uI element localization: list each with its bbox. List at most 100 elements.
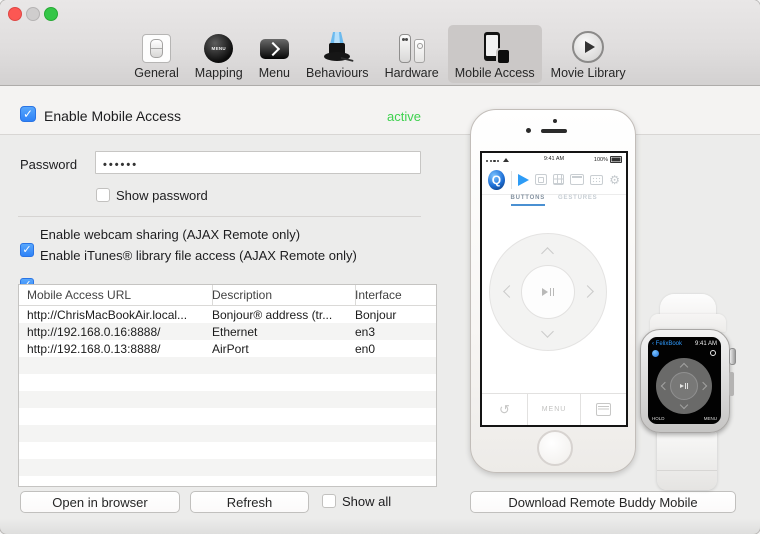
watch-play-pause-button[interactable] [670,372,698,400]
battery-icon [610,156,622,163]
cell-url: http://192.168.0.16:8888/ [27,324,161,339]
table-row[interactable]: http://192.168.0.13:8888/ AirPort en0 [19,340,436,357]
mobile-access-url-table[interactable]: Mobile Access URL Description Interface … [18,284,437,487]
watch-gear-icon[interactable] [710,350,716,356]
chevron-left-icon[interactable] [503,285,516,298]
toolbar-divider [510,170,512,189]
app-logo-icon[interactable]: Q [488,169,505,190]
itunes-library-label: Enable iTunes® library file access (AJAX… [40,248,357,263]
table-row[interactable]: http://ChrisMacBookAir.local... Bonjour®… [19,306,436,323]
download-remote-buddy-mobile-button[interactable]: Download Remote Buddy Mobile [470,491,736,513]
chevron-right-icon[interactable] [698,381,708,391]
minimize-button[interactable] [26,7,40,21]
chevron-up-icon[interactable] [679,362,689,372]
mobile-devices-icon [480,30,510,63]
chevron-left-icon[interactable] [660,381,670,391]
chevron-up-icon[interactable] [541,247,554,260]
show-all-checkbox[interactable] [322,494,336,508]
phone-camera-dot [526,128,531,133]
toolbar-item-label: General [134,66,179,80]
keypad-icon[interactable] [552,174,564,185]
preferences-toolbar: General MENU Mapping Menu Behaviours Har… [0,21,760,83]
toolbar-item-movie-library[interactable]: Movie Library [544,25,633,83]
phone-speaker [541,129,567,133]
play-circle-icon [572,30,605,63]
toolbar-item-label: Mapping [194,66,243,80]
menu-button[interactable]: MENU [528,394,580,425]
table-row[interactable]: http://192.168.0.16:8888/ Ethernet en3 [19,323,436,340]
window-chrome: General MENU Mapping Menu Behaviours Har… [0,0,760,86]
directional-pad[interactable] [489,233,607,351]
preferences-window: General MENU Mapping Menu Behaviours Har… [0,0,760,534]
watch-band-seam [657,470,717,471]
home-button[interactable] [537,430,573,466]
watch-back-link[interactable]: ‹ FelixBook [652,341,682,347]
show-all-label: Show all [342,494,392,509]
remote-app-tabs: BUTTONS GESTURES [482,195,626,215]
refresh-button[interactable]: Refresh [190,491,309,513]
play-pause-icon [680,384,684,388]
toolbar-item-general[interactable]: General [127,25,185,83]
toolbar-item-behaviours[interactable]: Behaviours [299,25,376,83]
chevron-down-icon[interactable] [541,325,554,338]
zoom-button[interactable] [44,7,58,21]
cell-description: Bonjour® address (tr... [212,307,333,322]
password-input[interactable] [95,151,421,174]
list-button[interactable] [580,394,626,425]
rotate-button[interactable]: ↺ [482,394,528,425]
show-password-checkbox[interactable] [96,188,110,202]
play-icon[interactable] [517,173,529,186]
section-divider [18,216,421,217]
gear-icon[interactable]: ⚙ [609,174,620,186]
switch-icon [142,30,172,63]
phone-screen: 9:41 AM 100% Q ⚙ BUTTONS GESTURES ↺ MENU [480,151,628,427]
display-icon[interactable] [534,174,547,185]
chevron-right-icon[interactable] [581,285,594,298]
toolbar-item-hardware[interactable]: Hardware [378,25,446,83]
tab-buttons[interactable]: BUTTONS [510,195,546,206]
webcam-sharing-label: Enable webcam sharing (AJAX Remote only) [40,227,301,242]
watch-directional-pad[interactable] [656,358,712,414]
iphone-mockup: 9:41 AM 100% Q ⚙ BUTTONS GESTURES ↺ MENU [470,109,636,473]
column-header-url[interactable]: Mobile Access URL [19,288,203,302]
show-password-label: Show password [116,188,208,203]
window-bottom-shade [0,518,760,534]
toolbar-item-mapping[interactable]: MENU Mapping [188,25,250,83]
list-icon [596,403,611,416]
watch-side-button [729,372,734,396]
watch-menu-label[interactable]: MENU [704,416,717,421]
play-pause-button[interactable] [521,265,575,319]
watch-hold-label[interactable]: HOLD [652,416,665,421]
watch-crown [729,348,736,365]
tab-gestures[interactable]: GESTURES [558,195,597,204]
toolbar-item-mobile-access[interactable]: Mobile Access [447,25,542,83]
watch-clock: 9:41 AM [694,341,717,347]
remote-menu-button-icon: MENU [204,30,234,63]
cell-url: http://192.168.0.13:8888/ [27,341,161,356]
toolbar-item-label: Behaviours [306,66,369,80]
webcam-sharing-checkbox[interactable] [20,243,34,257]
window-icon[interactable] [569,174,584,185]
table-body: http://ChrisMacBookAir.local... Bonjour®… [19,306,436,486]
enable-mobile-access-checkbox[interactable] [20,106,36,122]
keyboard-icon[interactable] [589,174,604,185]
remote-bottom-bar: ↺ MENU [482,393,626,425]
watch-band-bottom [657,432,717,490]
remote-app-toolbar: Q ⚙ [482,165,626,195]
phone-sensor-dot [553,119,557,123]
magic-hat-icon [320,30,354,63]
close-button[interactable] [8,7,22,21]
column-header-interface[interactable]: Interface [346,288,436,302]
password-label: Password [20,157,78,172]
table-header: Mobile Access URL Description Interface [19,285,436,306]
toolbar-item-label: Menu [258,66,291,80]
column-header-description[interactable]: Description [203,288,346,302]
status-text: active [387,109,421,124]
toolbar-item-menu[interactable]: Menu [252,21,297,83]
cell-url: http://ChrisMacBookAir.local... [27,307,188,322]
chevron-down-icon[interactable] [679,400,689,410]
open-in-browser-button[interactable]: Open in browser [20,491,180,513]
enable-mobile-access-label: Enable Mobile Access [44,108,181,124]
toolbar-item-label: Movie Library [550,66,626,80]
cell-interface: Bonjour [355,307,397,322]
